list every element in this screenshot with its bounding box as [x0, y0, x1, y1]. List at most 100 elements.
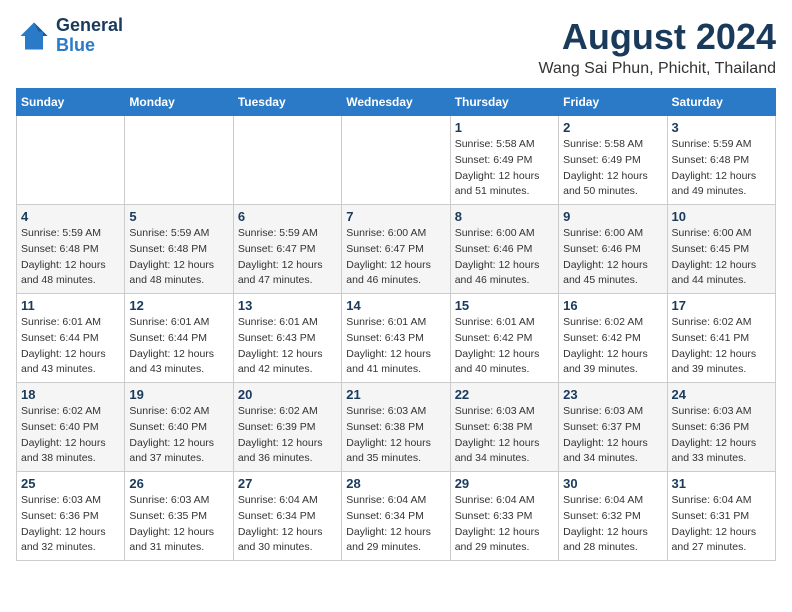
day-info: Sunrise: 6:04 AMSunset: 6:33 PMDaylight:… [455, 493, 554, 556]
day-info: Sunrise: 6:00 AMSunset: 6:47 PMDaylight:… [346, 226, 445, 289]
day-info: Sunrise: 6:02 AMSunset: 6:41 PMDaylight:… [672, 315, 771, 378]
day-cell-4: 4Sunrise: 5:59 AMSunset: 6:48 PMDaylight… [17, 205, 125, 294]
week-row-4: 18 Sunrise: 6:02 AMSunset: 6:40 PMDayligh… [17, 383, 776, 472]
day-cell-27: 27Sunrise: 6:04 AMSunset: 6:34 PMDayligh… [233, 472, 341, 561]
day-number: 14 [346, 298, 445, 313]
day-cell-7: 7 Sunrise: 6:00 AMSunset: 6:47 PMDaylight… [342, 205, 450, 294]
logo-icon [16, 18, 52, 54]
day-number: 4 [21, 209, 120, 224]
day-info: Sunrise: 6:03 AMSunset: 6:37 PMDaylight:… [563, 404, 662, 467]
weekday-header-row: SundayMondayTuesdayWednesdayThursdayFrid… [17, 89, 776, 116]
day-number: 26 [129, 476, 228, 491]
empty-cell [125, 116, 233, 205]
day-cell-25: 25Sunrise: 6:03 AMSunset: 6:36 PMDayligh… [17, 472, 125, 561]
day-number: 1 [455, 120, 554, 135]
day-number: 17 [672, 298, 771, 313]
day-info: Sunrise: 5:58 AMSunset: 6:49 PMDaylight:… [455, 137, 554, 200]
title-area: August 2024 Wang Sai Phun, Phichit, Thai… [539, 16, 776, 78]
day-cell-1: 1 Sunrise: 5:58 AMSunset: 6:49 PMDaylight… [450, 116, 558, 205]
day-info: Sunrise: 6:04 AMSunset: 6:32 PMDaylight:… [563, 493, 662, 556]
week-row-5: 25Sunrise: 6:03 AMSunset: 6:36 PMDayligh… [17, 472, 776, 561]
weekday-header-sunday: Sunday [17, 89, 125, 116]
empty-cell [233, 116, 341, 205]
day-number: 3 [672, 120, 771, 135]
empty-cell [342, 116, 450, 205]
weekday-header-wednesday: Wednesday [342, 89, 450, 116]
day-cell-5: 5Sunrise: 5:59 AMSunset: 6:48 PMDaylight… [125, 205, 233, 294]
week-row-1: 1 Sunrise: 5:58 AMSunset: 6:49 PMDaylight… [17, 116, 776, 205]
day-cell-24: 24 Sunrise: 6:03 AMSunset: 6:36 PMDayligh… [667, 383, 775, 472]
day-number: 16 [563, 298, 662, 313]
day-cell-13: 13Sunrise: 6:01 AMSunset: 6:43 PMDayligh… [233, 294, 341, 383]
day-cell-28: 28 Sunrise: 6:04 AMSunset: 6:34 PMDayligh… [342, 472, 450, 561]
day-info: Sunrise: 5:59 AMSunset: 6:48 PMDaylight:… [129, 226, 228, 289]
day-info: Sunrise: 6:02 AMSunset: 6:40 PMDaylight:… [129, 404, 228, 467]
day-number: 10 [672, 209, 771, 224]
day-info: Sunrise: 6:02 AMSunset: 6:40 PMDaylight:… [21, 404, 120, 467]
day-info: Sunrise: 6:00 AMSunset: 6:46 PMDaylight:… [563, 226, 662, 289]
day-number: 19 [129, 387, 228, 402]
day-number: 9 [563, 209, 662, 224]
day-cell-14: 14Sunrise: 6:01 AMSunset: 6:43 PMDayligh… [342, 294, 450, 383]
day-cell-2: 2 Sunrise: 5:58 AMSunset: 6:49 PMDaylight… [559, 116, 667, 205]
day-cell-3: 3Sunrise: 5:59 AMSunset: 6:48 PMDaylight… [667, 116, 775, 205]
day-cell-11: 11 Sunrise: 6:01 AMSunset: 6:44 PMDayligh… [17, 294, 125, 383]
day-number: 20 [238, 387, 337, 402]
day-number: 15 [455, 298, 554, 313]
day-cell-6: 6Sunrise: 5:59 AMSunset: 6:47 PMDaylight… [233, 205, 341, 294]
day-number: 21 [346, 387, 445, 402]
calendar-table: SundayMondayTuesdayWednesdayThursdayFrid… [16, 88, 776, 561]
day-cell-10: 10 Sunrise: 6:00 AMSunset: 6:45 PMDayligh… [667, 205, 775, 294]
day-number: 11 [21, 298, 120, 313]
day-number: 23 [563, 387, 662, 402]
day-cell-17: 17 Sunrise: 6:02 AMSunset: 6:41 PMDayligh… [667, 294, 775, 383]
day-cell-9: 9 Sunrise: 6:00 AMSunset: 6:46 PMDaylight… [559, 205, 667, 294]
day-cell-12: 12Sunrise: 6:01 AMSunset: 6:44 PMDayligh… [125, 294, 233, 383]
day-number: 2 [563, 120, 662, 135]
weekday-header-saturday: Saturday [667, 89, 775, 116]
day-number: 22 [455, 387, 554, 402]
day-info: Sunrise: 6:00 AMSunset: 6:46 PMDaylight:… [455, 226, 554, 289]
week-row-2: 4 Sunrise: 5:59 AMSunset: 6:48 PMDaylight… [17, 205, 776, 294]
day-number: 31 [672, 476, 771, 491]
day-cell-21: 21 Sunrise: 6:03 AMSunset: 6:38 PMDayligh… [342, 383, 450, 472]
calendar-subtitle: Wang Sai Phun, Phichit, Thailand [539, 60, 776, 78]
week-row-3: 11 Sunrise: 6:01 AMSunset: 6:44 PMDayligh… [17, 294, 776, 383]
day-info: Sunrise: 6:01 AMSunset: 6:44 PMDaylight:… [21, 315, 120, 378]
day-cell-23: 23 Sunrise: 6:03 AMSunset: 6:37 PMDayligh… [559, 383, 667, 472]
day-info: Sunrise: 6:04 AMSunset: 6:34 PMDaylight:… [346, 493, 445, 556]
day-cell-18: 18 Sunrise: 6:02 AMSunset: 6:40 PMDayligh… [17, 383, 125, 472]
day-cell-30: 30 Sunrise: 6:04 AMSunset: 6:32 PMDayligh… [559, 472, 667, 561]
day-info: Sunrise: 6:03 AMSunset: 6:38 PMDaylight:… [346, 404, 445, 467]
weekday-header-friday: Friday [559, 89, 667, 116]
day-info: Sunrise: 6:04 AMSunset: 6:34 PMDaylight:… [238, 493, 337, 556]
day-cell-19: 19 Sunrise: 6:02 AMSunset: 6:40 PMDayligh… [125, 383, 233, 472]
day-number: 7 [346, 209, 445, 224]
day-number: 28 [346, 476, 445, 491]
logo-text-blue: Blue [56, 36, 123, 56]
day-cell-15: 15 Sunrise: 6:01 AMSunset: 6:42 PMDayligh… [450, 294, 558, 383]
day-number: 8 [455, 209, 554, 224]
day-cell-20: 20 Sunrise: 6:02 AMSunset: 6:39 PMDayligh… [233, 383, 341, 472]
day-info: Sunrise: 5:59 AMSunset: 6:47 PMDaylight:… [238, 226, 337, 289]
day-cell-26: 26Sunrise: 6:03 AMSunset: 6:35 PMDayligh… [125, 472, 233, 561]
day-info: Sunrise: 6:01 AMSunset: 6:42 PMDaylight:… [455, 315, 554, 378]
day-number: 12 [129, 298, 228, 313]
day-cell-16: 16 Sunrise: 6:02 AMSunset: 6:42 PMDayligh… [559, 294, 667, 383]
day-info: Sunrise: 6:02 AMSunset: 6:39 PMDaylight:… [238, 404, 337, 467]
empty-cell [17, 116, 125, 205]
day-info: Sunrise: 5:58 AMSunset: 6:49 PMDaylight:… [563, 137, 662, 200]
day-cell-22: 22Sunrise: 6:03 AMSunset: 6:38 PMDayligh… [450, 383, 558, 472]
day-info: Sunrise: 6:03 AMSunset: 6:36 PMDaylight:… [672, 404, 771, 467]
logo-text-general: General [56, 16, 123, 36]
day-info: Sunrise: 6:02 AMSunset: 6:42 PMDaylight:… [563, 315, 662, 378]
day-info: Sunrise: 6:03 AMSunset: 6:36 PMDaylight:… [21, 493, 120, 556]
weekday-header-tuesday: Tuesday [233, 89, 341, 116]
day-info: Sunrise: 6:04 AMSunset: 6:31 PMDaylight:… [672, 493, 771, 556]
day-info: Sunrise: 6:00 AMSunset: 6:45 PMDaylight:… [672, 226, 771, 289]
day-cell-31: 31 Sunrise: 6:04 AMSunset: 6:31 PMDayligh… [667, 472, 775, 561]
day-number: 24 [672, 387, 771, 402]
day-number: 18 [21, 387, 120, 402]
day-number: 30 [563, 476, 662, 491]
day-cell-8: 8 Sunrise: 6:00 AMSunset: 6:46 PMDaylight… [450, 205, 558, 294]
